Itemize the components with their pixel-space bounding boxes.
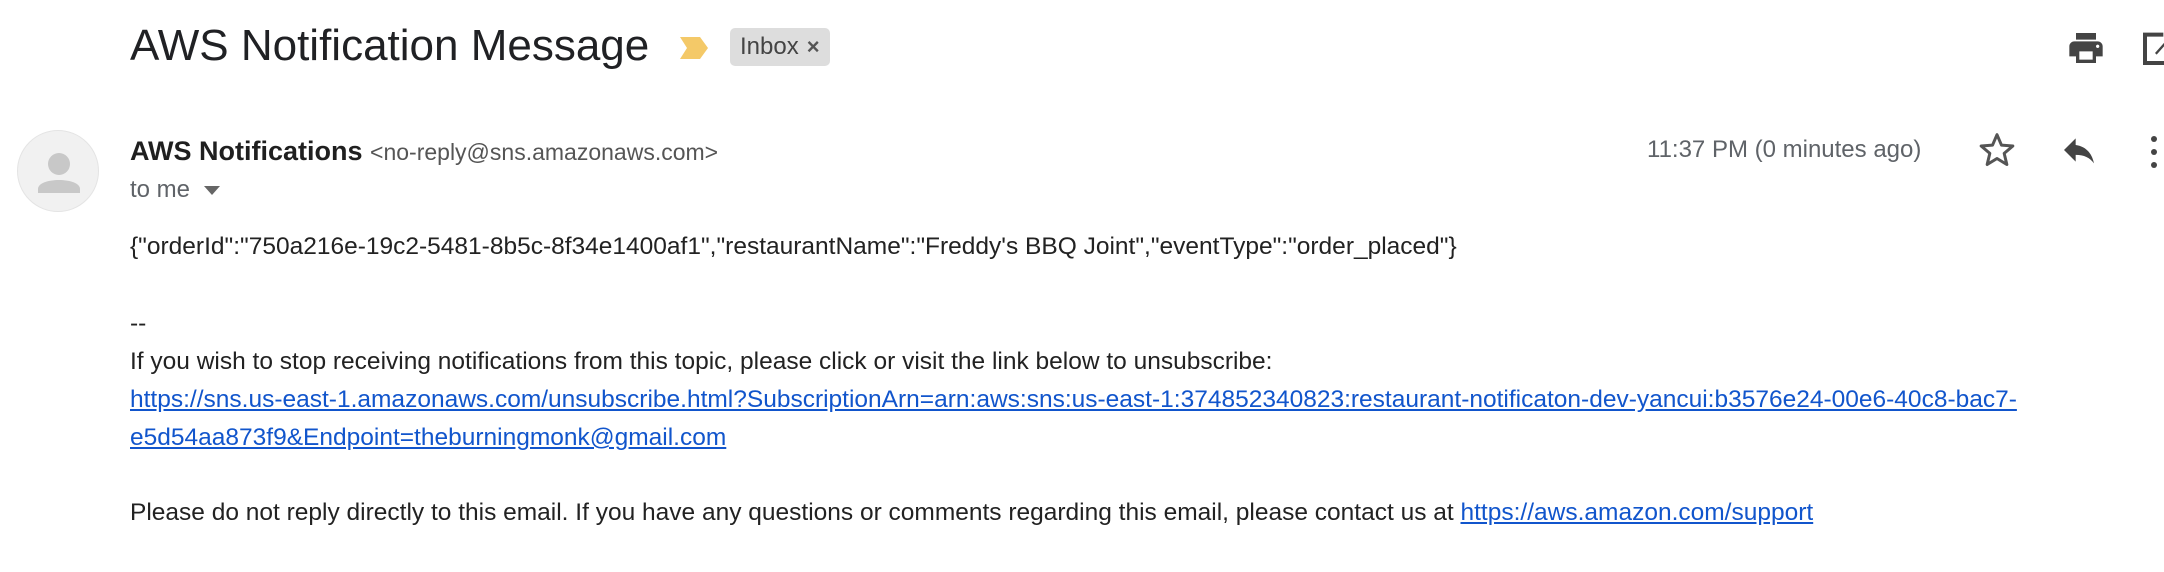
- default-avatar-icon: [38, 153, 80, 193]
- signature-separator: --: [130, 310, 147, 337]
- recipient-text: to me: [130, 176, 191, 203]
- inbox-label-chip: Inbox ×: [730, 28, 830, 66]
- unsubscribe-link-continued[interactable]: e5d54aa873f9&Endpoint=theburningmonk@gma…: [130, 424, 726, 451]
- support-link[interactable]: https://aws.amazon.com/support: [1461, 499, 1814, 526]
- email-timestamp: 11:37 PM (0 minutes ago): [1647, 136, 1922, 163]
- unsubscribe-intro: If you wish to stop receiving notificati…: [130, 348, 1273, 375]
- recipient-details-toggle[interactable]: to me: [130, 176, 221, 204]
- email-subject: AWS Notification Message: [130, 21, 650, 70]
- footer-notice: Please do not reply directly to this ema…: [130, 494, 1813, 532]
- unsubscribe-link-line-2-row: e5d54aa873f9&Endpoint=theburningmonk@gma…: [130, 419, 726, 457]
- open-in-new-window-icon[interactable]: [2140, 28, 2164, 68]
- remove-label-icon[interactable]: ×: [807, 34, 820, 60]
- more-vert-icon[interactable]: [2144, 132, 2164, 172]
- reply-icon[interactable]: [2057, 130, 2101, 170]
- message-json-payload: {"orderId":"750a216e-19c2-5481-8b5c-8f34…: [130, 233, 1457, 260]
- inbox-label-text: Inbox: [740, 33, 799, 60]
- chevron-down-icon[interactable]: [204, 185, 221, 195]
- print-icon[interactable]: [2066, 28, 2106, 68]
- sender-avatar: [17, 130, 99, 212]
- importance-marker-icon[interactable]: [678, 35, 710, 61]
- sender-email: <no-reply@sns.amazonaws.com>: [370, 139, 719, 165]
- footer-text: Please do not reply directly to this ema…: [130, 499, 1461, 526]
- unsubscribe-link[interactable]: https://sns.us-east-1.amazonaws.com/unsu…: [130, 386, 2017, 413]
- star-icon[interactable]: [1977, 130, 2017, 170]
- sender-line: AWS Notifications <no-reply@sns.amazonaw…: [130, 134, 718, 169]
- sender-name: AWS Notifications: [130, 136, 363, 166]
- unsubscribe-link-line-1-row: https://sns.us-east-1.amazonaws.com/unsu…: [130, 381, 2017, 419]
